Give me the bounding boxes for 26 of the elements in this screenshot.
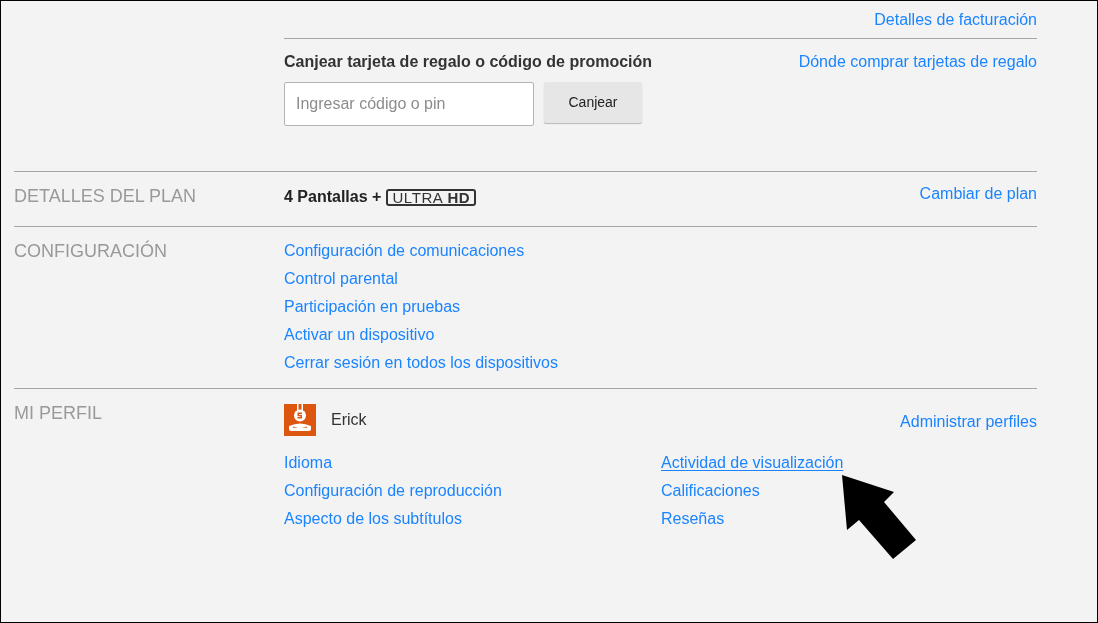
settings-link[interactable]: Cerrar sesión en todos los dispositivos xyxy=(284,349,558,377)
section-heading: DETALLES DEL PLAN xyxy=(14,185,198,207)
profile-link[interactable]: Aspecto de los subtítulos xyxy=(284,505,462,533)
profile-link[interactable]: Actividad de visualización xyxy=(661,449,844,477)
plan-name: 4 Pantallas + xyxy=(284,187,382,207)
change-plan-link[interactable]: Cambiar de plan xyxy=(919,184,1037,204)
section-heading: MI PERFIL xyxy=(14,402,103,424)
settings-link[interactable]: Activar un dispositivo xyxy=(284,321,435,349)
quality-badge: ULTRA HD xyxy=(386,188,477,206)
redeem-button[interactable]: Canjear xyxy=(544,82,642,123)
arrow-icon xyxy=(842,475,916,559)
profile-link[interactable]: Calificaciones xyxy=(661,477,760,505)
gift-card-stores-link[interactable]: Dónde comprar tarjetas de regalo xyxy=(798,52,1037,72)
profile-link[interactable]: Configuración de reproducción xyxy=(284,477,502,505)
gift-card-title: Canjear tarjeta de regalo o código de promoción xyxy=(284,52,653,72)
profile-link[interactable]: Idioma xyxy=(284,449,333,477)
settings-link[interactable]: Control parental xyxy=(284,265,398,293)
settings-link[interactable]: Participación en pruebas xyxy=(284,293,461,321)
section-heading: CONFIGURACIÓN xyxy=(14,240,168,262)
manage-profiles-link[interactable]: Administrar perfiles xyxy=(900,411,1037,432)
avatar-icon xyxy=(284,404,316,436)
profile-name: Erick xyxy=(331,410,367,430)
code-input-field[interactable]: Ingresar código o pin xyxy=(284,82,534,126)
billing-details-link[interactable]: Detalles de facturación xyxy=(874,9,1037,30)
settings-link[interactable]: Configuración de comunicaciones xyxy=(284,237,525,265)
profile-link[interactable]: Reseñas xyxy=(661,505,725,533)
